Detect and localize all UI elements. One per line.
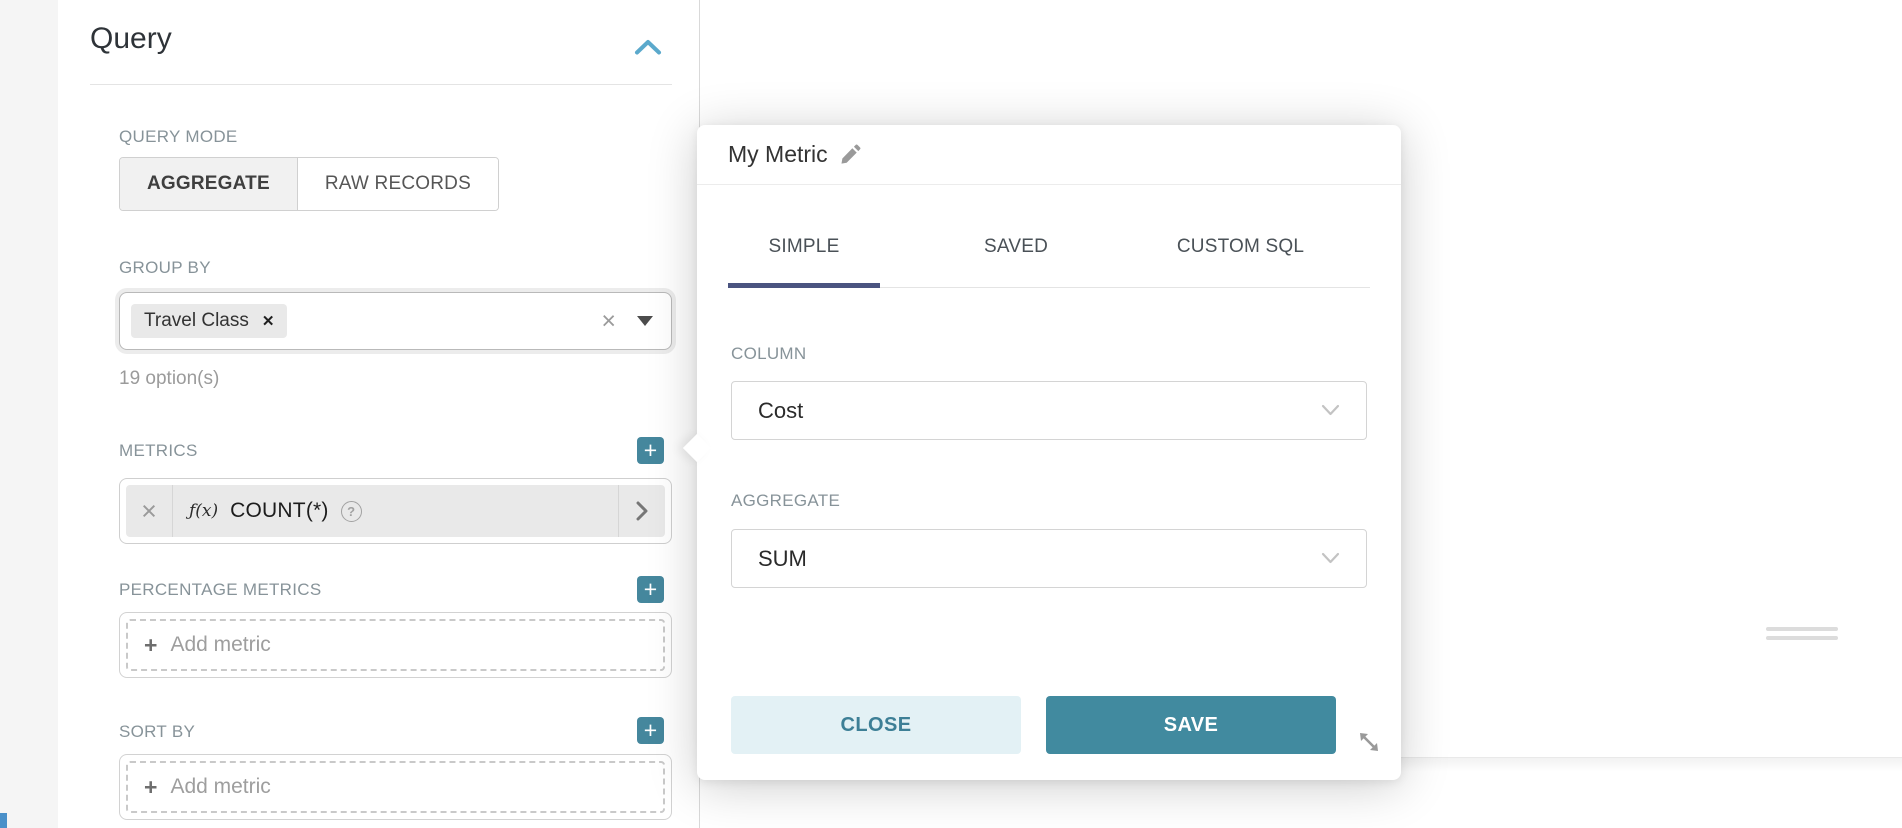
plus-icon: + (144, 634, 157, 657)
aggregate-label: AGGREGATE (731, 491, 840, 511)
tab-simple[interactable]: SIMPLE (728, 207, 880, 287)
tab-custom-sql[interactable]: CUSTOM SQL (1128, 207, 1353, 287)
chevron-down-icon[interactable] (637, 316, 653, 326)
query-mode-segmented-control: AGGREGATE RAW RECORDS (119, 157, 499, 211)
popover-header: My Metric (697, 125, 1401, 185)
sort-by-label: SORT BY (119, 722, 195, 742)
sort-by-container: + Add metric (119, 754, 672, 820)
edit-title-button[interactable] (840, 144, 861, 165)
left-gutter (0, 0, 58, 828)
add-sort-by-button[interactable]: + (637, 717, 664, 744)
title-divider (90, 84, 672, 85)
diagonal-resize-icon (1356, 729, 1382, 755)
save-button[interactable]: SAVE (1046, 696, 1336, 754)
column-label: COLUMN (731, 344, 806, 364)
aggregate-select-value: SUM (758, 546, 807, 572)
metrics-container: × ƒ(x) COUNT(*) ? (119, 478, 672, 544)
add-percentage-metric-dropzone[interactable]: + Add metric (126, 619, 665, 671)
group-by-select[interactable]: Travel Class ✕ × (119, 292, 672, 350)
metric-tabs: SIMPLE SAVED CUSTOM SQL (728, 185, 1370, 288)
plus-icon: + (144, 776, 157, 799)
collapse-section-button[interactable] (631, 34, 665, 60)
function-icon: ƒ(x) (189, 501, 218, 521)
close-button[interactable]: CLOSE (731, 696, 1021, 754)
drag-handle-bar (1766, 636, 1838, 640)
add-percentage-metric-button[interactable]: + (637, 576, 664, 603)
chevron-up-icon (634, 38, 662, 56)
chevron-down-icon (1321, 552, 1340, 565)
popover-resize-button[interactable] (1352, 725, 1386, 759)
query-control-panel: Query QUERY MODE AGGREGATE RAW RECORDS G… (58, 0, 700, 828)
drag-handle-bar (1766, 627, 1838, 631)
metric-pill[interactable]: × ƒ(x) COUNT(*) ? (126, 485, 665, 537)
add-metric-button[interactable]: + (637, 437, 664, 464)
percentage-metrics-container: + Add metric (119, 612, 672, 678)
pencil-icon (840, 144, 861, 165)
group-by-label: GROUP BY (119, 258, 211, 278)
corner-accent (0, 813, 7, 828)
aggregate-select[interactable]: SUM (731, 529, 1367, 588)
clear-selection-icon[interactable]: × (601, 309, 616, 334)
add-metric-placeholder: Add metric (170, 775, 270, 799)
chevron-down-icon (1321, 404, 1340, 417)
metric-expression: COUNT(*) (230, 499, 328, 523)
metric-editor-popover: My Metric SIMPLE SAVED CUSTOM SQL COLUMN… (697, 125, 1401, 780)
panel-title: Query (90, 22, 172, 56)
chip-remove-icon[interactable]: ✕ (262, 312, 275, 330)
group-by-options-hint: 19 option(s) (119, 368, 219, 390)
query-mode-label: QUERY MODE (119, 127, 238, 147)
query-mode-option-raw-records[interactable]: RAW RECORDS (298, 158, 498, 210)
add-metric-placeholder: Add metric (170, 633, 270, 657)
add-sort-by-dropzone[interactable]: + Add metric (126, 761, 665, 813)
expand-metric-button[interactable] (619, 501, 665, 521)
chevron-right-icon (636, 501, 648, 521)
metrics-label: METRICS (119, 441, 198, 461)
metric-pill-body[interactable]: ƒ(x) COUNT(*) ? (173, 499, 618, 523)
column-select-value: Cost (758, 398, 803, 424)
resize-drag-handle[interactable] (1766, 627, 1838, 640)
column-select[interactable]: Cost (731, 381, 1367, 440)
remove-metric-icon[interactable]: × (126, 498, 172, 525)
group-by-chip[interactable]: Travel Class ✕ (131, 304, 287, 338)
percentage-metrics-label: PERCENTAGE METRICS (119, 580, 322, 600)
query-mode-option-aggregate[interactable]: AGGREGATE (120, 158, 298, 210)
group-by-chip-label: Travel Class (144, 310, 249, 332)
help-icon[interactable]: ? (341, 501, 362, 522)
popover-title: My Metric (728, 141, 828, 168)
tab-saved[interactable]: SAVED (940, 207, 1092, 287)
